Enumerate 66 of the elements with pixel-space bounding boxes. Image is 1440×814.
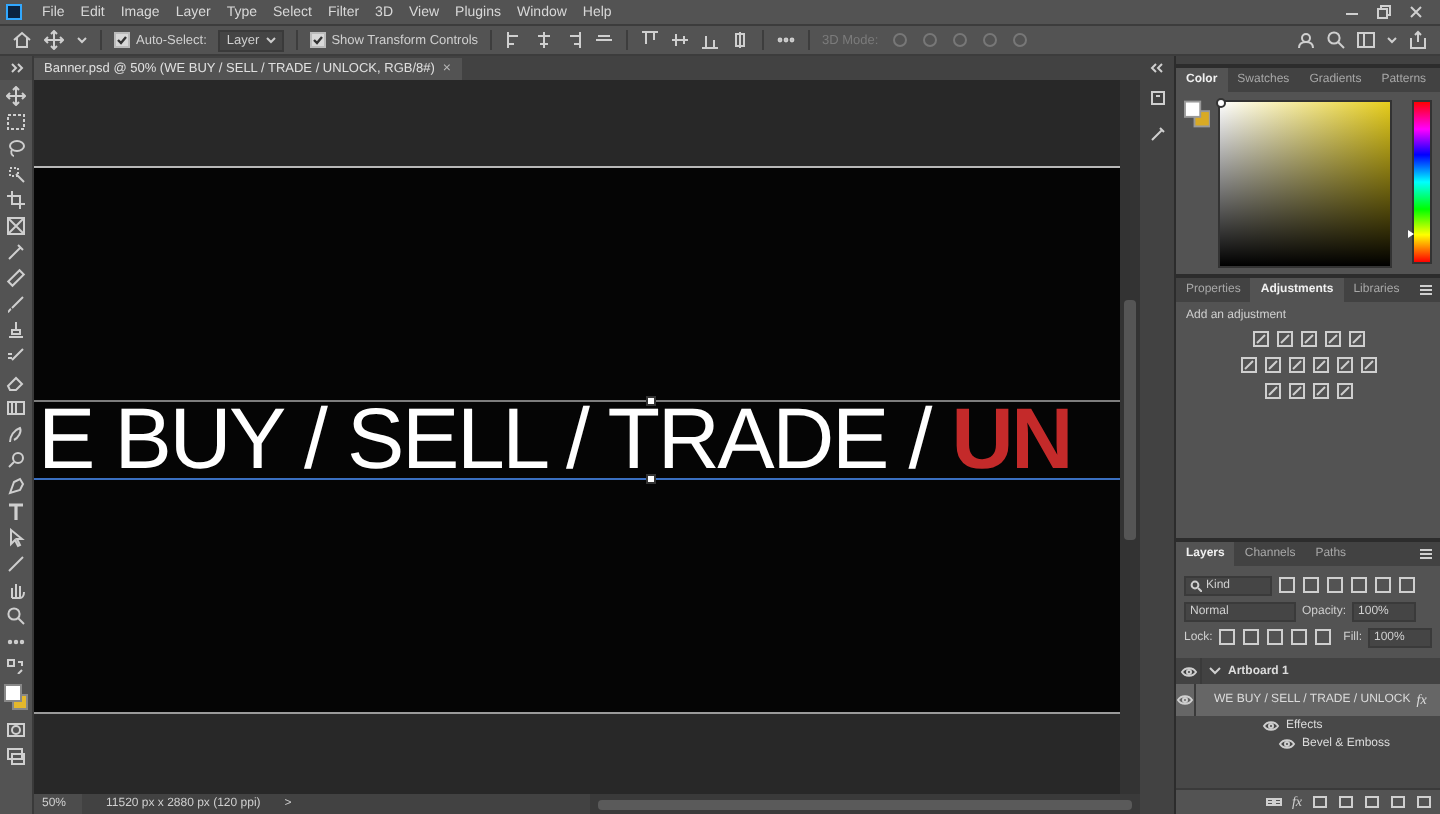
zoom-icon[interactable] [6,606,26,626]
eye-icon[interactable] [1278,735,1296,751]
frame-icon[interactable] [6,216,26,236]
eraser-icon[interactable] [6,372,26,392]
link-icon[interactable] [1265,794,1282,810]
banner-headline: E BUY / SELL / TRADE / UN [38,408,1071,472]
hand-icon[interactable] [6,580,26,600]
align-right-icon[interactable] [564,30,585,50]
history-brush-icon[interactable] [6,346,26,366]
move-icon[interactable] [6,86,26,106]
close-icon[interactable] [1408,4,1424,20]
swap-colors-icon[interactable] [6,658,26,674]
app-logo-icon [6,4,22,20]
type-icon[interactable] [6,502,26,522]
distribute-vertical-icon[interactable] [730,30,751,50]
search-icon [1190,579,1202,591]
crop-icon[interactable] [6,190,26,210]
horizontal-scrollbar[interactable] [590,794,1140,814]
home-icon[interactable] [12,30,32,50]
pen-icon[interactable] [6,476,26,496]
move-icon[interactable] [44,30,64,50]
checkbox[interactable] [309,32,326,48]
checkbox[interactable] [114,32,130,48]
align-middle-icon[interactable] [670,30,691,50]
eye-icon[interactable] [1176,692,1194,708]
vertical-scrollbar[interactable] [1120,80,1140,794]
panel-menu-icon[interactable] [1418,546,1434,562]
color-field[interactable] [1218,100,1393,268]
cloud-user-icon[interactable] [1296,30,1316,50]
lasso-icon[interactable] [6,138,26,158]
caret-icon[interactable] [1386,34,1398,46]
brush-settings-icon[interactable] [1147,124,1167,144]
panel-menu-icon[interactable] [1418,282,1434,298]
bandage-icon[interactable] [6,268,26,288]
smudge-icon[interactable] [6,424,26,444]
transform-handle[interactable] [646,474,656,484]
caret-icon[interactable] [76,34,88,46]
eyedropper-icon[interactable] [6,242,26,262]
restore-icon[interactable] [1376,4,1392,20]
expand-icon[interactable] [9,62,23,74]
screen-mode-icon[interactable] [6,746,26,766]
line-icon[interactable] [6,554,26,574]
search-icon[interactable] [1326,30,1346,50]
hue-slider[interactable] [1412,100,1432,264]
color-swatches-icon[interactable] [4,684,28,710]
eye-icon[interactable] [1262,717,1280,733]
eye-icon[interactable] [1179,663,1197,679]
gradient-icon[interactable] [6,398,26,418]
align-center-icon[interactable] [534,30,555,50]
collapse-icon[interactable] [1150,62,1164,74]
marquee-icon[interactable] [6,112,26,132]
workspace-icon[interactable] [1356,30,1376,50]
selection-brush-icon[interactable] [6,164,26,184]
transform-handle[interactable] [646,396,656,406]
align-bottom-icon[interactable] [700,30,721,50]
brush-icon[interactable] [6,294,26,314]
stamp-icon[interactable] [6,320,26,340]
quick-mask-icon[interactable] [6,720,26,740]
caret-icon [265,36,276,44]
share-icon[interactable] [1408,30,1428,50]
chevron-down-icon[interactable] [1208,664,1222,678]
align-top-icon[interactable] [640,30,661,50]
color-swatches-icon[interactable] [1184,100,1211,128]
dodge-icon[interactable] [6,450,26,470]
hue-slider-thumb[interactable] [1408,230,1415,239]
selection-arrow-icon[interactable] [6,528,26,548]
